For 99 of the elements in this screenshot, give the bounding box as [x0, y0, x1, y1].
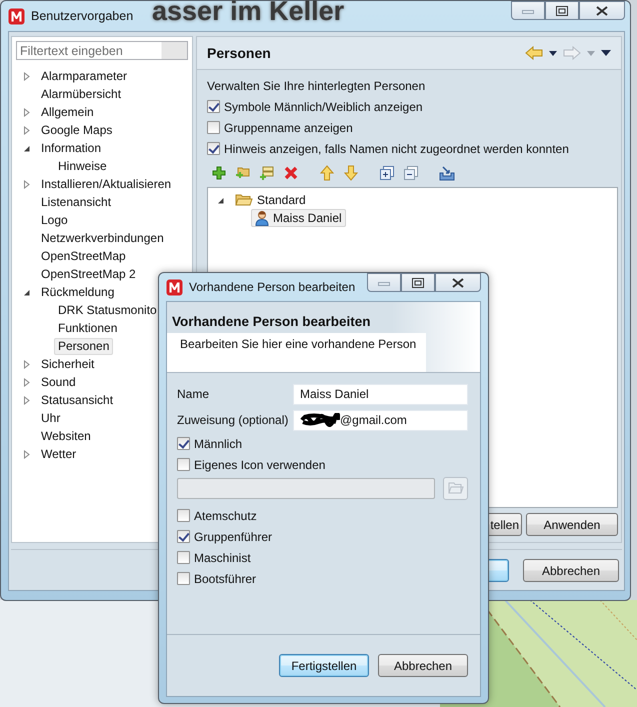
expand-arrow-icon[interactable] — [22, 180, 31, 188]
page-description: Verwalten Sie Ihre hinterlegten Personen — [207, 78, 426, 95]
checkbox-label: Atemschutz — [194, 508, 257, 522]
checkbox-label: Eigenes Icon verwenden — [194, 458, 326, 472]
cancel-button[interactable]: Abbrechen — [378, 654, 468, 677]
checkbox[interactable] — [207, 121, 220, 134]
maximize-button[interactable] — [545, 1, 579, 20]
expand-arrow-icon[interactable] — [22, 450, 31, 458]
expand-arrow-icon[interactable] — [22, 378, 31, 386]
redaction-scribble — [300, 413, 340, 427]
checkbox-label: Hinweis anzeigen, falls Namen nicht zugeordnet werden konnten — [224, 142, 569, 156]
nav-item[interactable]: Sound — [37, 374, 80, 390]
minimize-button[interactable] — [511, 1, 545, 20]
checkbox[interactable] — [177, 437, 190, 450]
dropdown-caret-icon[interactable] — [549, 50, 557, 56]
person-icon — [255, 210, 269, 226]
folder-plus-icon[interactable] — [235, 165, 251, 181]
close-icon — [452, 278, 464, 288]
nav-item[interactable]: Sicherheit — [37, 356, 98, 372]
nav-item[interactable]: Netzwerkverbindungen — [37, 230, 168, 246]
maximize-icon — [556, 6, 568, 16]
cancel-button[interactable]: Abbrechen — [523, 559, 619, 582]
arrow-up-icon[interactable] — [319, 165, 335, 181]
close-icon — [596, 6, 608, 16]
filter-field[interactable]: Filtertext eingeben — [16, 41, 188, 60]
stack-plus-icon[interactable] — [259, 165, 275, 181]
folder-icon — [235, 193, 253, 207]
checkbox[interactable] — [177, 509, 190, 522]
nav-item[interactable]: OpenStreetMap — [37, 248, 130, 264]
nav-item[interactable]: Websiten — [37, 428, 95, 444]
collapse-all-icon[interactable] — [403, 165, 419, 181]
page-title: Personen — [207, 45, 271, 61]
finish-button[interactable]: Fertigstellen — [279, 654, 369, 677]
close-button[interactable] — [435, 273, 481, 292]
checkbox[interactable] — [177, 458, 190, 471]
tree-item[interactable]: Maiss Daniel — [251, 209, 346, 227]
dialog-title: Vorhandene Person bearbeiten — [189, 280, 356, 294]
nav-item[interactable]: Wetter — [37, 446, 80, 462]
nav-item[interactable]: DRK Statusmonito — [54, 302, 161, 318]
checkbox-label: Gruppenname anzeigen — [224, 120, 353, 134]
app-logo-icon — [166, 278, 183, 296]
expand-arrow-icon[interactable] — [22, 108, 31, 116]
expand-arrow-icon[interactable] — [22, 360, 31, 368]
checkbox-label: Maschinist — [194, 550, 251, 564]
folder-icon — [448, 482, 464, 494]
nav-item[interactable]: Rückmeldung — [37, 284, 118, 300]
nav-item[interactable]: Listenansicht — [37, 194, 116, 210]
checkbox[interactable] — [207, 100, 220, 113]
checkbox[interactable] — [207, 142, 220, 155]
plus-icon[interactable] — [211, 165, 227, 181]
checkbox[interactable] — [177, 530, 190, 543]
app-logo-icon — [8, 8, 25, 24]
checkbox-label: Gruppenführer — [194, 530, 272, 544]
nav-item[interactable]: OpenStreetMap 2 — [37, 266, 140, 282]
field-label: Name — [177, 387, 210, 401]
minimize-icon — [378, 280, 390, 286]
nav-item[interactable]: Installieren/Aktualisieren — [37, 176, 176, 192]
expand-arrow-icon[interactable] — [22, 126, 31, 134]
maximize-icon — [412, 278, 424, 288]
nav-item[interactable]: Alarmübersicht — [37, 86, 126, 102]
checkbox[interactable] — [177, 551, 190, 564]
expand-arrow-icon[interactable] — [22, 72, 31, 80]
delete-icon[interactable] — [283, 165, 299, 181]
checkbox-label: Männlich — [194, 436, 242, 450]
background-heading: asser im Keller — [152, 0, 344, 27]
field-label: Zuweisung (optional) — [177, 413, 290, 427]
collapse-arrow-icon[interactable] — [22, 144, 31, 152]
expand-arrow-icon[interactable] — [22, 396, 31, 404]
nav-item[interactable]: Alarmparameter — [37, 68, 132, 84]
input-field[interactable]: Maiss Daniel — [293, 384, 468, 404]
nav-item[interactable]: Personen — [54, 338, 114, 354]
checkbox-label: Bootsführer — [194, 572, 256, 586]
nav-item[interactable]: Funktionen — [54, 320, 122, 336]
window-title: Benutzervorgaben — [31, 9, 134, 23]
nav-item[interactable]: Hinweise — [54, 158, 111, 174]
minimize-icon — [522, 8, 534, 14]
checkbox-label: Symbole Männlich/Weiblich anzeigen — [224, 100, 423, 114]
expand-all-icon[interactable] — [379, 165, 395, 181]
checkbox[interactable] — [177, 572, 190, 585]
nav-item[interactable]: Information — [37, 140, 106, 156]
nav-item[interactable]: Google Maps — [37, 122, 116, 138]
dialog-description: Bearbeiten Sie hier eine vorhandene Person — [167, 333, 426, 372]
minimize-button[interactable] — [367, 273, 401, 292]
nav-item[interactable]: Logo — [37, 212, 72, 228]
view-menu-icon[interactable] — [601, 50, 611, 56]
collapse-arrow-icon[interactable] — [22, 288, 31, 296]
arrow-down-icon[interactable] — [343, 165, 359, 181]
tree-item[interactable]: Standard — [231, 191, 310, 209]
dialog-heading: Vorhandene Person bearbeiten — [171, 313, 372, 331]
nav-item[interactable]: Uhr — [37, 410, 64, 426]
nav-item[interactable]: Allgemein — [37, 104, 98, 120]
page-button[interactable]: Anwenden — [526, 513, 618, 536]
input-field[interactable]: @gmail.com — [293, 410, 468, 430]
collapse-arrow-icon[interactable] — [216, 196, 225, 204]
close-button[interactable] — [579, 1, 625, 20]
maximize-button[interactable] — [401, 273, 435, 292]
back-arrow-icon[interactable] — [525, 46, 543, 60]
nav-item[interactable]: Statusansicht — [37, 392, 118, 408]
tray-arrow-icon[interactable] — [439, 165, 455, 181]
